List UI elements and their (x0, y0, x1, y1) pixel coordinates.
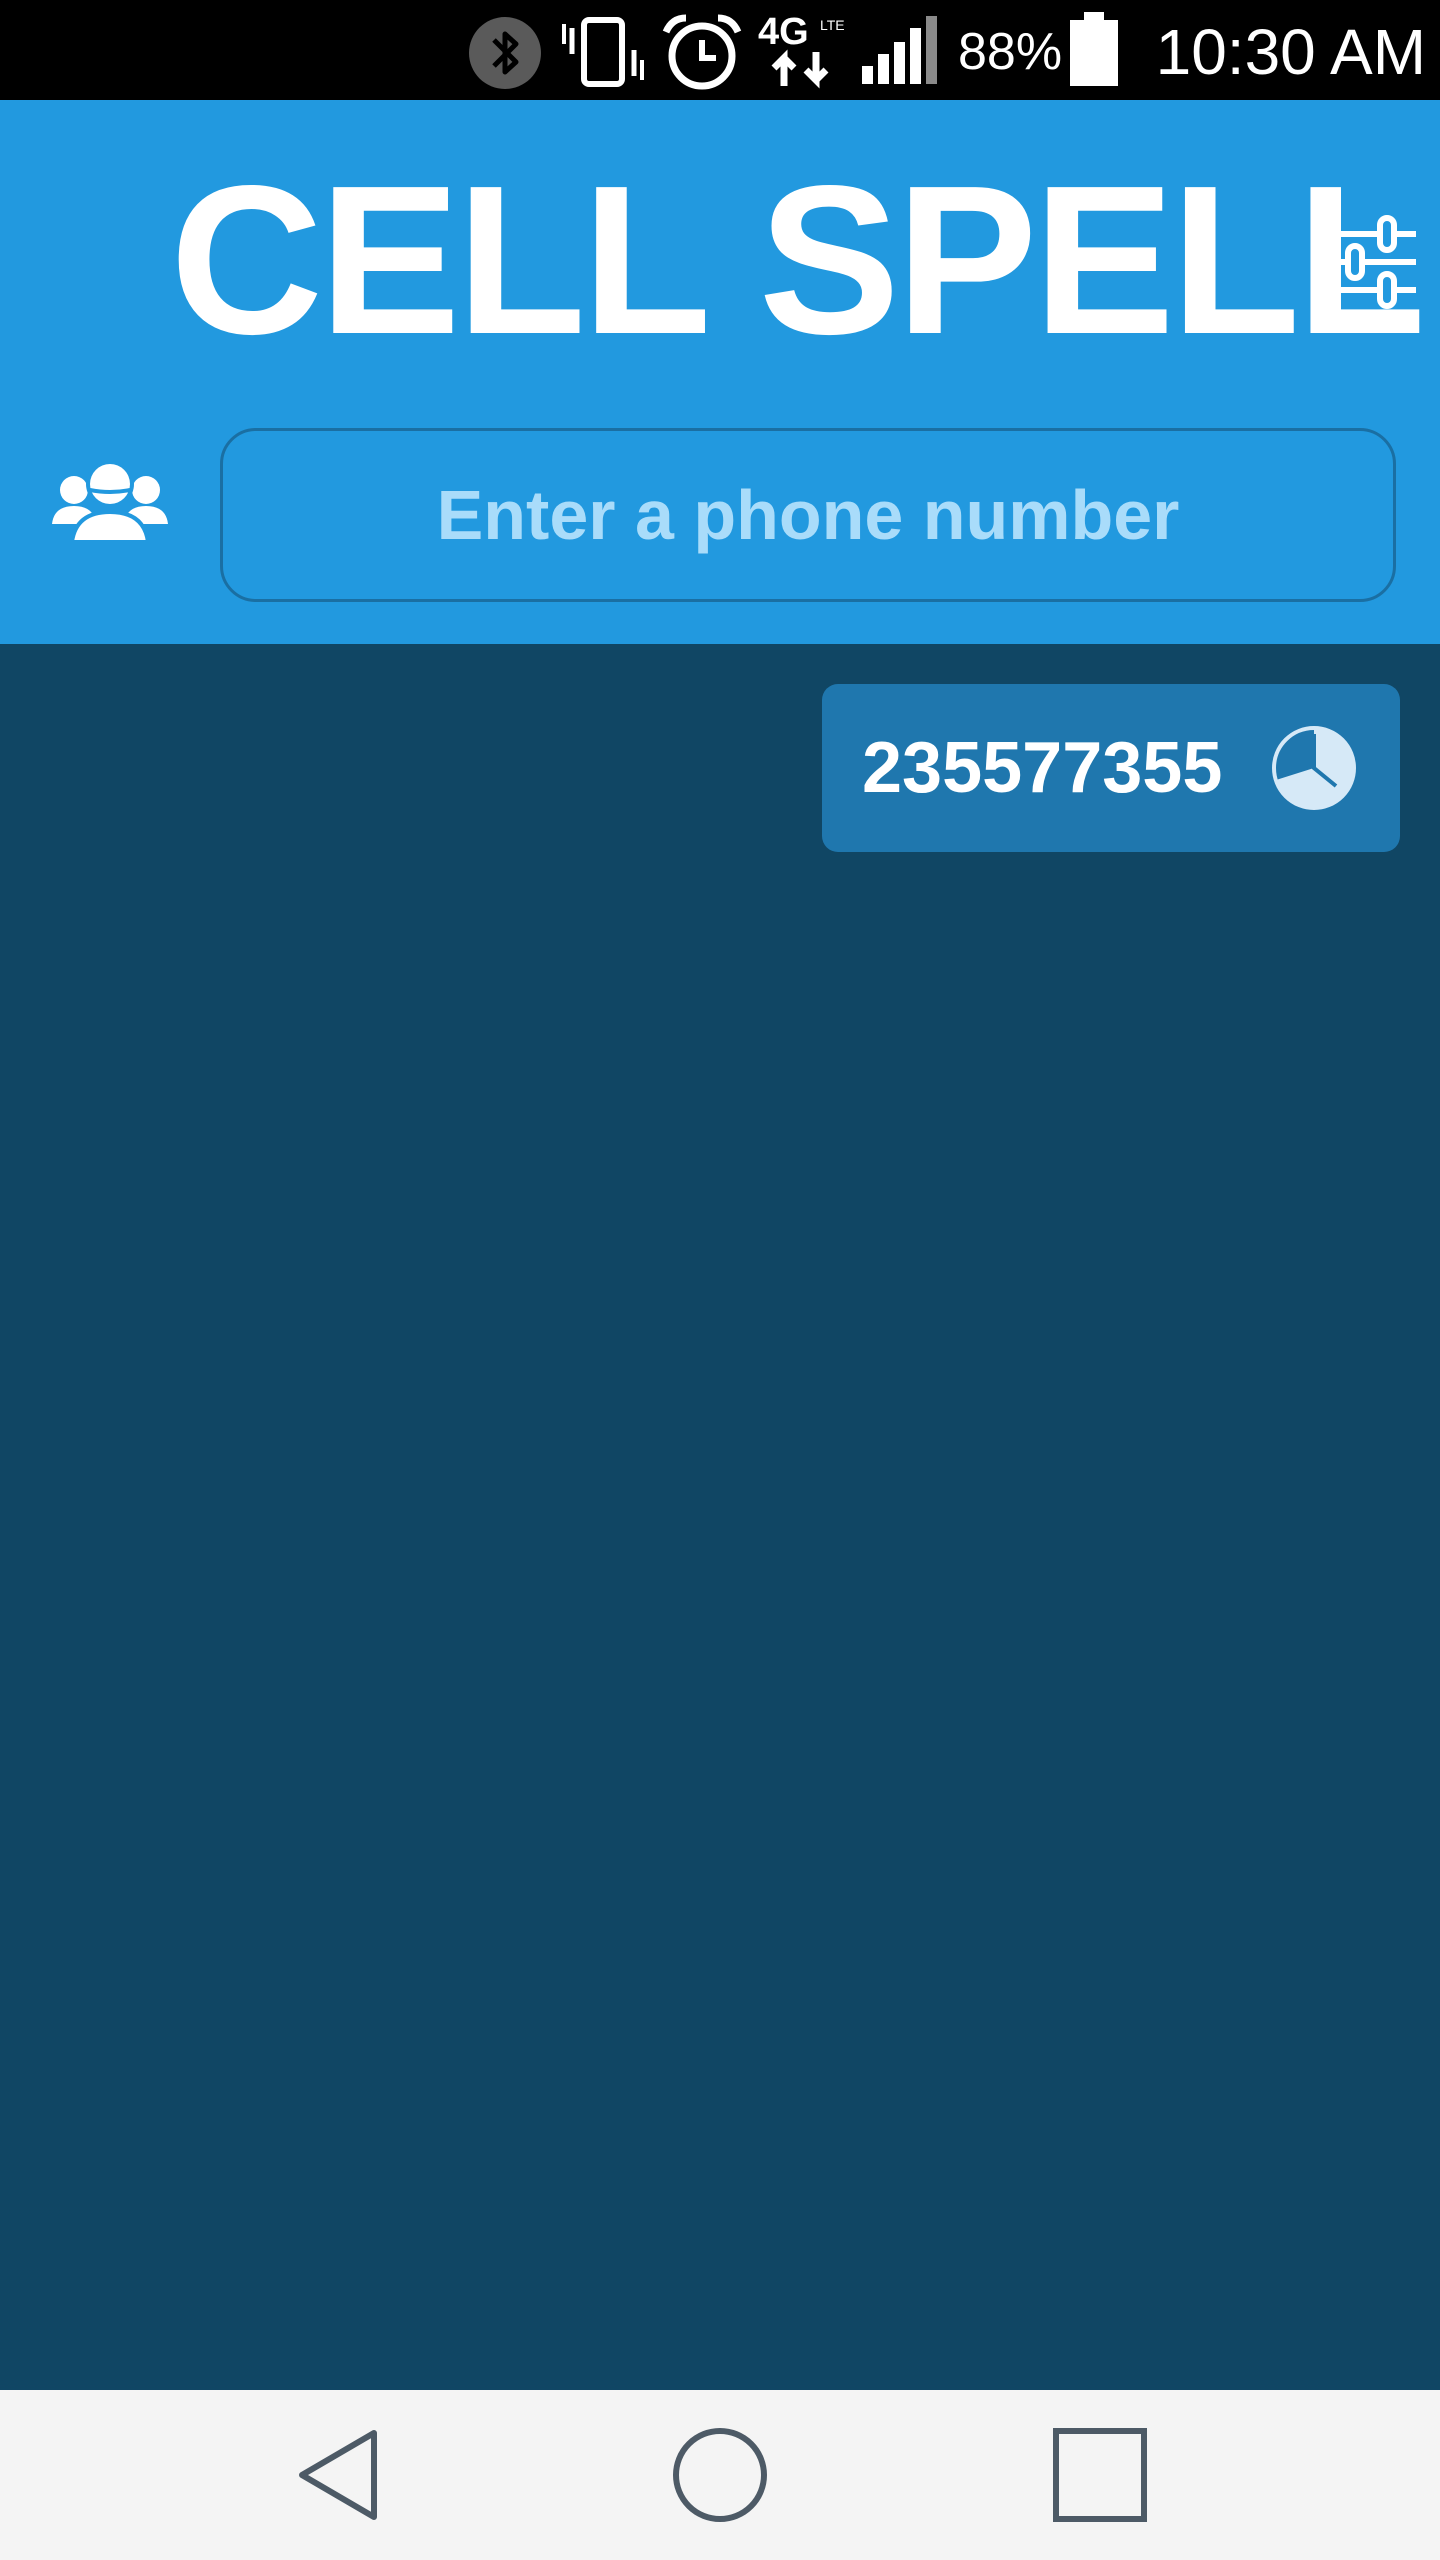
alarm-icon (660, 12, 744, 92)
clock-time: 10:30 AM (1155, 16, 1426, 88)
history-list: 235577355 (0, 644, 1440, 2390)
signal-icon (860, 14, 944, 86)
battery-percent: 88% (958, 23, 1063, 81)
svg-text:4G: 4G (758, 11, 809, 53)
recents-icon (1053, 2428, 1147, 2522)
app-screen: 4G LTE 88% 10:30 AM CELL SPELL Enter a p… (0, 0, 1440, 2560)
app-header: CELL SPELL (0, 100, 1440, 644)
contacts-button[interactable] (50, 450, 190, 570)
sliders-icon (1324, 215, 1416, 309)
back-icon (299, 2430, 377, 2520)
svg-text:LTE: LTE (820, 17, 845, 33)
back-button[interactable] (290, 2425, 390, 2525)
history-number: 235577355 (862, 728, 1223, 808)
home-button[interactable] (670, 2425, 770, 2525)
history-clock-icon (1272, 726, 1356, 810)
settings-button[interactable] (1320, 210, 1440, 330)
phone-number-input[interactable] (220, 428, 1396, 602)
history-item[interactable]: 235577355 (822, 684, 1400, 852)
status-bar: 4G LTE 88% 10:30 AM (0, 0, 1440, 100)
bluetooth-icon (468, 16, 542, 90)
home-icon (673, 2428, 767, 2522)
battery-icon (1068, 12, 1120, 88)
contacts-group-icon (52, 460, 168, 544)
network-4g-lte-icon: 4G LTE (756, 10, 852, 90)
navigation-bar (0, 2390, 1440, 2560)
vibrate-icon (560, 14, 646, 88)
recents-button[interactable] (1050, 2425, 1150, 2525)
app-title: CELL SPELL (170, 141, 1426, 378)
